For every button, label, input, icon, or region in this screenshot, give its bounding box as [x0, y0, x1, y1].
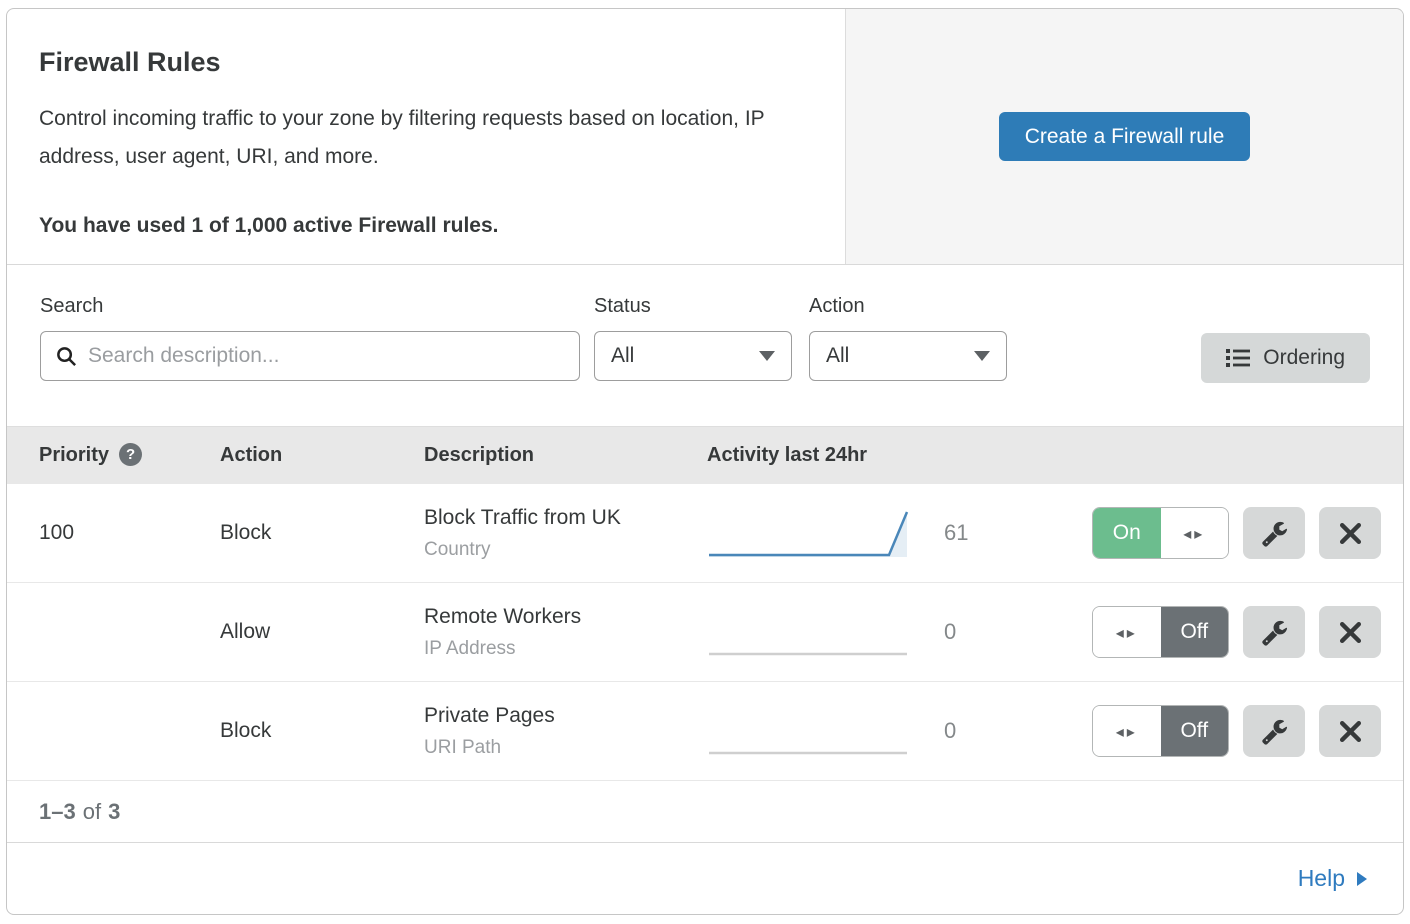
status-filter: Status All: [594, 295, 792, 381]
rule-description-cell: Block Traffic from UK Country: [424, 506, 707, 561]
header-text-block: Firewall Rules Control incoming traffic …: [7, 9, 845, 264]
action-select[interactable]: All: [809, 331, 1007, 381]
pagination-range: 1–3: [39, 799, 76, 825]
create-firewall-rule-button[interactable]: Create a Firewall rule: [999, 112, 1251, 161]
rule-match-type: IP Address: [424, 638, 707, 660]
help-link[interactable]: Help: [1298, 865, 1368, 892]
action-label: Action: [809, 295, 1007, 318]
filter-bar: Search Status All Action All: [7, 265, 1403, 426]
priority-header-label: Priority: [39, 444, 109, 466]
activity-sparkline: [707, 604, 922, 660]
toggle-handle-icon: ◂▸: [1161, 508, 1229, 558]
rule-action: Allow: [220, 620, 424, 644]
wrench-icon: [1261, 520, 1288, 547]
rule-match-type: Country: [424, 539, 707, 561]
chevron-down-icon: [759, 351, 775, 361]
firewall-rules-panel: Firewall Rules Control incoming traffic …: [6, 8, 1404, 915]
column-header-description: Description: [424, 444, 707, 467]
action-filter: Action All: [809, 295, 1007, 381]
column-header-priority: Priority?: [39, 444, 220, 468]
activity-count: 61: [922, 520, 1092, 546]
rule-controls: Off ◂▸: [1092, 705, 1381, 757]
activity-sparkline: [707, 505, 922, 561]
search-input-wrapper: [40, 331, 580, 381]
rule-controls: Off ◂▸: [1092, 606, 1381, 658]
status-select[interactable]: All: [594, 331, 792, 381]
toggle-handle-icon: ◂▸: [1093, 607, 1161, 657]
close-icon: [1338, 521, 1363, 546]
rule-description-cell: Private Pages URI Path: [424, 704, 707, 759]
search-label: Search: [40, 295, 580, 318]
search-icon: [55, 345, 78, 368]
list-icon: [1226, 347, 1250, 369]
rule-enable-toggle[interactable]: On ◂▸: [1092, 507, 1229, 559]
status-label: Status: [594, 295, 792, 318]
table-row: Allow Remote Workers IP Address 0 Off ◂▸: [7, 583, 1403, 682]
activity-count: 0: [922, 619, 1092, 645]
rule-description: Private Pages: [424, 704, 707, 728]
table-header: Priority? Action Description Activity la…: [7, 426, 1403, 484]
activity-sparkline: [707, 703, 922, 759]
pagination-of-label: of: [83, 799, 101, 825]
pagination-total: 3: [108, 799, 120, 825]
rule-priority: 100: [39, 521, 220, 545]
close-icon: [1338, 719, 1363, 744]
rule-match-type: URI Path: [424, 737, 707, 759]
ordering-button-label: Ordering: [1263, 346, 1345, 370]
header-section: Firewall Rules Control incoming traffic …: [7, 9, 1403, 265]
rule-controls: On ◂▸: [1092, 507, 1381, 559]
rule-action: Block: [220, 521, 424, 545]
delete-rule-button[interactable]: [1319, 705, 1381, 757]
table-row: 100 Block Block Traffic from UK Country …: [7, 484, 1403, 583]
edit-rule-button[interactable]: [1243, 606, 1305, 658]
rule-enable-toggle[interactable]: Off ◂▸: [1092, 705, 1229, 757]
rule-action: Block: [220, 719, 424, 743]
search-filter: Search: [40, 295, 580, 381]
column-header-activity: Activity last 24hr: [707, 444, 922, 467]
ordering-button[interactable]: Ordering: [1201, 333, 1370, 383]
toggle-state-label: Off: [1161, 607, 1229, 657]
search-input[interactable]: [88, 344, 565, 368]
arrow-right-icon: [1356, 871, 1368, 887]
pagination-bar: 1–3 of 3: [7, 781, 1403, 843]
activity-count: 0: [922, 718, 1092, 744]
close-icon: [1338, 620, 1363, 645]
action-select-value: All: [826, 344, 849, 368]
toggle-state-label: Off: [1161, 706, 1229, 756]
toggle-state-label: On: [1093, 508, 1161, 558]
chevron-down-icon: [974, 351, 990, 361]
header-action-panel: Create a Firewall rule: [845, 9, 1403, 264]
toggle-handle-icon: ◂▸: [1093, 706, 1161, 756]
help-bar: Help: [7, 843, 1403, 914]
priority-help-icon[interactable]: ?: [119, 443, 142, 466]
edit-rule-button[interactable]: [1243, 507, 1305, 559]
rule-description: Block Traffic from UK: [424, 506, 707, 530]
page-description: Control incoming traffic to your zone by…: [39, 100, 809, 176]
rule-description: Remote Workers: [424, 605, 707, 629]
delete-rule-button[interactable]: [1319, 507, 1381, 559]
usage-summary: You have used 1 of 1,000 active Firewall…: [39, 214, 813, 238]
help-link-label: Help: [1298, 865, 1345, 892]
wrench-icon: [1261, 718, 1288, 745]
delete-rule-button[interactable]: [1319, 606, 1381, 658]
rule-enable-toggle[interactable]: Off ◂▸: [1092, 606, 1229, 658]
column-header-action: Action: [220, 444, 424, 467]
wrench-icon: [1261, 619, 1288, 646]
edit-rule-button[interactable]: [1243, 705, 1305, 757]
page-title: Firewall Rules: [39, 47, 813, 78]
status-select-value: All: [611, 344, 634, 368]
rule-description-cell: Remote Workers IP Address: [424, 605, 707, 660]
table-row: Block Private Pages URI Path 0 Off ◂▸: [7, 682, 1403, 781]
